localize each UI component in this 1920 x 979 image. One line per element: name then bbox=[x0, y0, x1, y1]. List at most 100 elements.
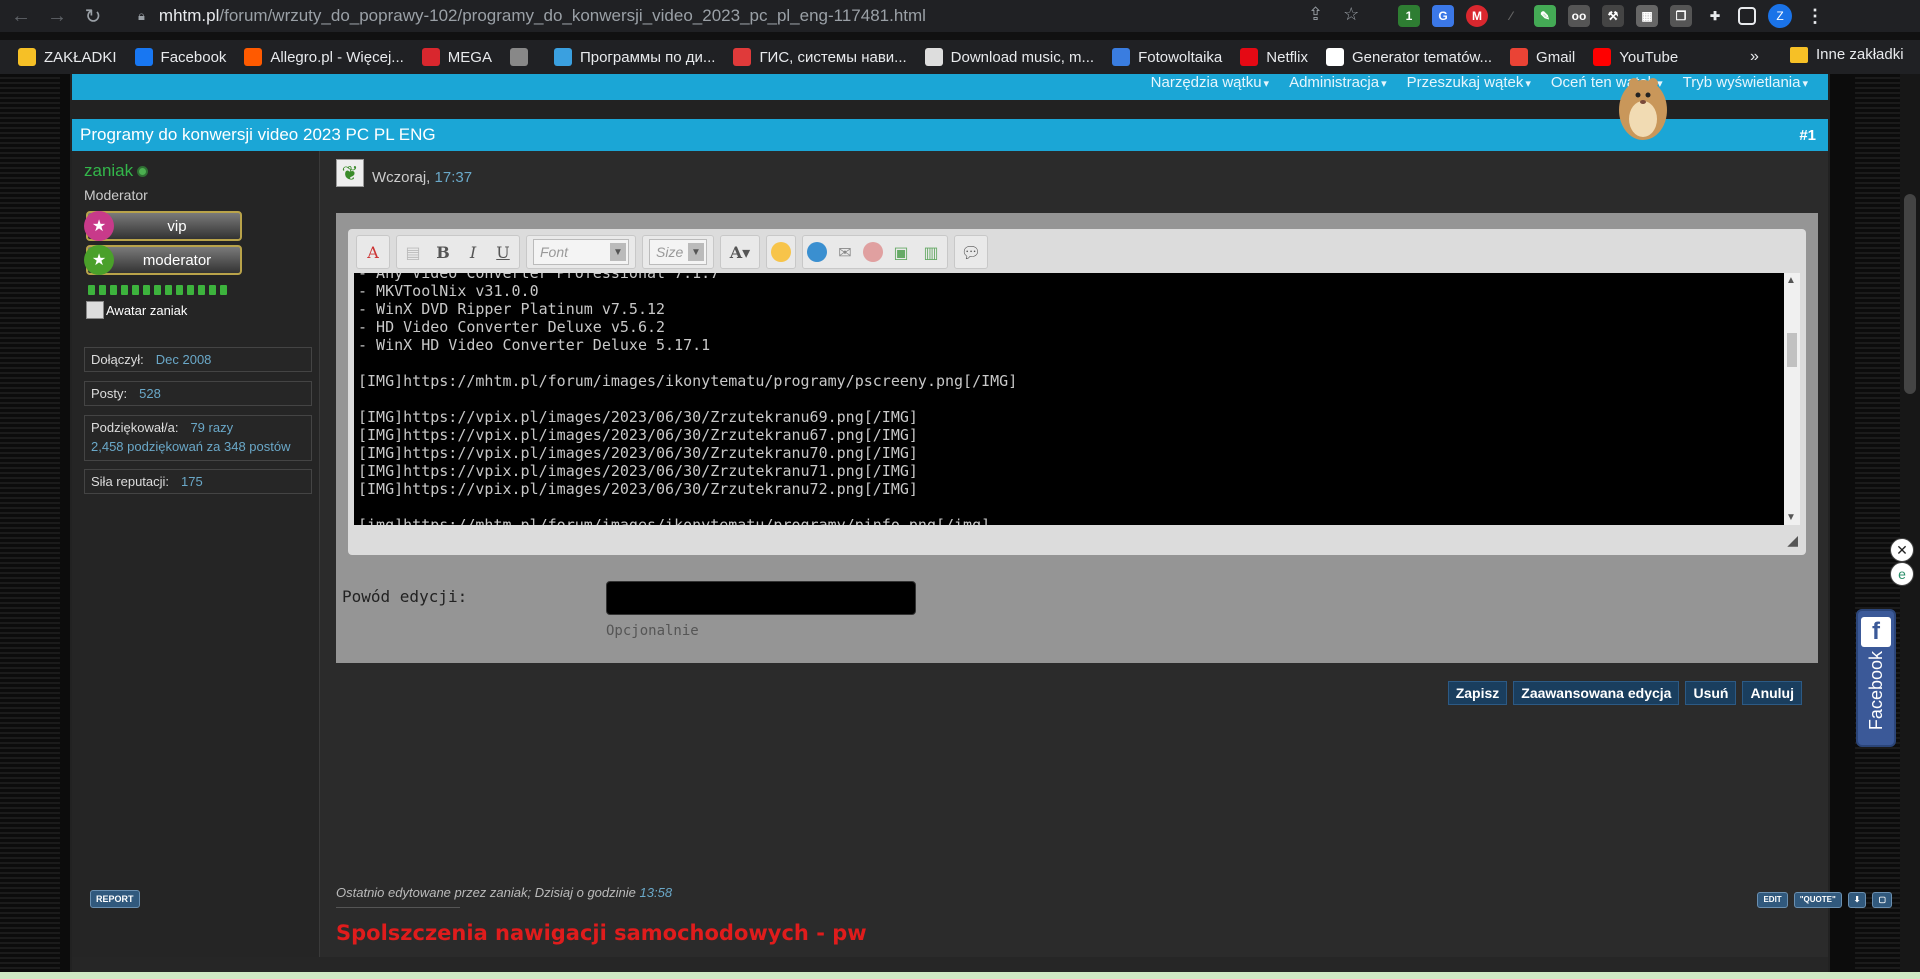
remove-format-icon[interactable]: A bbox=[361, 240, 385, 264]
bookmarks-overflow-button[interactable]: » bbox=[1750, 48, 1759, 66]
tools-extension-icon[interactable]: ⚒ bbox=[1602, 5, 1624, 27]
edit-reason-input[interactable] bbox=[606, 581, 916, 615]
paste-icon[interactable]: ▤ bbox=[401, 240, 425, 264]
textarea-line: [IMG]https://mhtm.pl/forum/images/ikonyt… bbox=[358, 372, 1018, 390]
share-icon[interactable]: ⇪ bbox=[1308, 4, 1323, 25]
link-icon[interactable] bbox=[807, 242, 827, 262]
bookmark-item[interactable]: Allegro.pl - Więcej... bbox=[244, 48, 404, 66]
facebook-icon: f bbox=[1861, 617, 1891, 647]
back-arrow-icon[interactable]: ← bbox=[6, 1, 36, 31]
bookmark-label: Facebook bbox=[160, 48, 227, 66]
bookmark-label: MEGA bbox=[447, 48, 492, 66]
thread-tool-menu[interactable]: Administracja bbox=[1289, 74, 1387, 91]
report-button[interactable]: REPORT bbox=[90, 890, 140, 908]
facebook-icon bbox=[134, 48, 153, 66]
rank-vip-badge: ★ vip bbox=[84, 211, 242, 241]
reload-icon[interactable]: ↻ bbox=[78, 1, 108, 31]
avatar[interactable]: Awatar zaniak bbox=[86, 301, 187, 319]
scroll-down-icon: ▼ bbox=[1786, 512, 1796, 523]
address-bar[interactable]: 🔒︎ mhtm.pl /forum/wrzuty_do_poprawy-102/… bbox=[138, 2, 1398, 30]
bookmark-item[interactable]: MEGA bbox=[421, 48, 492, 66]
bookmark-item[interactable]: Facebook bbox=[134, 48, 227, 66]
forward-arrow-icon[interactable]: → bbox=[42, 1, 72, 31]
textarea-scrollbar[interactable]: ▲ ▼ bbox=[1784, 273, 1800, 525]
bookmark-star-icon[interactable]: ☆ bbox=[1343, 4, 1359, 25]
bold-icon[interactable]: B bbox=[431, 240, 455, 264]
bookmark-item[interactable]: Программы по ди... bbox=[553, 48, 715, 66]
reader-extension-icon[interactable]: oo bbox=[1568, 5, 1590, 27]
thread-tool-menu[interactable]: Narzędzia wątku bbox=[1151, 74, 1269, 91]
editor: A ▤ B I U Font ▼ Size ▼ A▾ ✉ ▣ ▥ 💬︎ - An… bbox=[348, 229, 1806, 555]
bookmark-item[interactable]: ZAKŁADKI bbox=[18, 48, 117, 66]
italic-icon[interactable]: I bbox=[461, 240, 485, 264]
bookmark-item[interactable]: Fotowoltaika bbox=[1112, 48, 1222, 66]
quote-icon[interactable]: 💬︎ bbox=[959, 240, 983, 264]
solar-icon bbox=[1112, 48, 1131, 66]
translate-extension-icon[interactable]: G bbox=[1432, 5, 1454, 27]
thread-tool-menu[interactable]: Tryb wyświetlania bbox=[1683, 74, 1808, 91]
bookmark-item[interactable]: Gmail bbox=[1510, 48, 1575, 66]
page-background-left bbox=[0, 74, 60, 979]
star-icon bbox=[553, 48, 572, 66]
bookmark-label: Allegro.pl - Więcej... bbox=[270, 48, 404, 66]
side-panel-icon[interactable] bbox=[1738, 7, 1756, 25]
bookmark-item[interactable]: Netflix bbox=[1240, 48, 1308, 66]
message-textarea[interactable]: - Any Video Converter Professional 7.1.7… bbox=[354, 273, 1784, 525]
underline-icon[interactable]: U bbox=[491, 240, 515, 264]
shield-extension-icon[interactable]: 1 bbox=[1398, 5, 1420, 27]
edit-post-button[interactable]: EDIT bbox=[1757, 892, 1788, 908]
edge-icon[interactable]: e bbox=[1890, 562, 1914, 586]
textarea-line: [IMG]https://vpix.pl/images/2023/06/30/Z… bbox=[358, 408, 918, 426]
rank-moderator-badge: ★ moderator bbox=[84, 245, 242, 275]
bookmark-item[interactable]: ГИС, системы нави... bbox=[733, 48, 907, 66]
profile-avatar[interactable]: Z bbox=[1768, 4, 1792, 28]
other-bookmarks-folder[interactable]: Inne zakładki bbox=[1790, 46, 1904, 63]
resize-handle-icon[interactable]: ◢ bbox=[1787, 532, 1798, 549]
signature-divider bbox=[336, 907, 460, 908]
paint-extension-icon[interactable]: ✎ bbox=[1534, 5, 1556, 27]
image-extension-icon[interactable]: ▦ bbox=[1636, 5, 1658, 27]
text-color-icon[interactable]: A▾ bbox=[725, 240, 755, 264]
bookmark-label: ГИС, системы нави... bbox=[759, 48, 907, 66]
facebook-widget-tab[interactable]: f Facebook bbox=[1856, 609, 1896, 747]
copy-link-button[interactable]: ▢ bbox=[1872, 892, 1892, 908]
bookmark-item[interactable]: Download music, m... bbox=[924, 48, 1094, 66]
post-title: Programy do konwersji video 2023 PC PL E… bbox=[80, 125, 436, 144]
web-page: Narzędzia wątku Administracja Przeszukaj w… bbox=[0, 74, 1920, 979]
save-button[interactable]: Zapisz bbox=[1447, 681, 1508, 705]
username-link[interactable]: zaniak bbox=[84, 161, 133, 181]
disabled-extension-icon[interactable]: ⁄ bbox=[1500, 5, 1522, 27]
thread-tool-menu[interactable]: Przeszukaj wątek bbox=[1407, 74, 1531, 91]
advanced-edit-button[interactable]: Zaawansowana edycja bbox=[1513, 681, 1680, 705]
font-select[interactable]: Font ▼ bbox=[533, 239, 629, 265]
textarea-line: [IMG]https://vpix.pl/images/2023/06/30/Z… bbox=[358, 426, 918, 444]
page-scroll-thumb[interactable] bbox=[1904, 194, 1916, 394]
puzzle-extensions-icon[interactable]: ✚ bbox=[1704, 5, 1726, 27]
quick-edit-form: A ▤ B I U Font ▼ Size ▼ A▾ ✉ ▣ ▥ 💬︎ - An… bbox=[336, 213, 1818, 663]
smiley-icon[interactable] bbox=[771, 242, 791, 262]
page-scrollbar[interactable] bbox=[1900, 74, 1920, 979]
email-icon[interactable]: ✉ bbox=[833, 240, 857, 264]
textarea-line: - WinX HD Video Converter Deluxe 5.17.1 bbox=[358, 336, 711, 354]
multiquote-button[interactable]: ⬇ bbox=[1847, 892, 1867, 908]
editor-toolbar: A ▤ B I U Font ▼ Size ▼ A▾ ✉ ▣ ▥ 💬︎ bbox=[356, 233, 988, 271]
close-icon[interactable]: ✕ bbox=[1890, 538, 1914, 562]
cancel-button[interactable]: Anuluj bbox=[1742, 681, 1802, 705]
chevron-down-icon: ▼ bbox=[688, 243, 704, 261]
mega-extension-icon[interactable]: M bbox=[1466, 5, 1488, 27]
copy-extension-icon[interactable]: ❐ bbox=[1670, 5, 1692, 27]
menu-kebab-icon[interactable]: ⋮ bbox=[1804, 5, 1826, 27]
unlink-icon[interactable] bbox=[863, 242, 883, 262]
post-number-link[interactable]: #1 bbox=[1799, 127, 1816, 144]
thread-toolbar: Narzędzia wątku Administracja Przeszukaj w… bbox=[72, 74, 1828, 100]
video-icon[interactable]: ▥ bbox=[919, 240, 943, 264]
url-path: /forum/wrzuty_do_poprawy-102/programy_do… bbox=[219, 6, 926, 25]
image-icon[interactable]: ▣ bbox=[889, 240, 913, 264]
delete-button[interactable]: Usuń bbox=[1685, 681, 1737, 705]
bookmark-item[interactable] bbox=[509, 48, 536, 66]
scroll-up-icon: ▲ bbox=[1786, 275, 1796, 286]
quote-button[interactable]: "QUOTE" bbox=[1793, 892, 1842, 908]
bookmark-item[interactable]: Generator tematów... bbox=[1325, 48, 1492, 66]
size-select[interactable]: Size ▼ bbox=[649, 239, 707, 265]
url-host: mhtm.pl bbox=[158, 6, 220, 25]
